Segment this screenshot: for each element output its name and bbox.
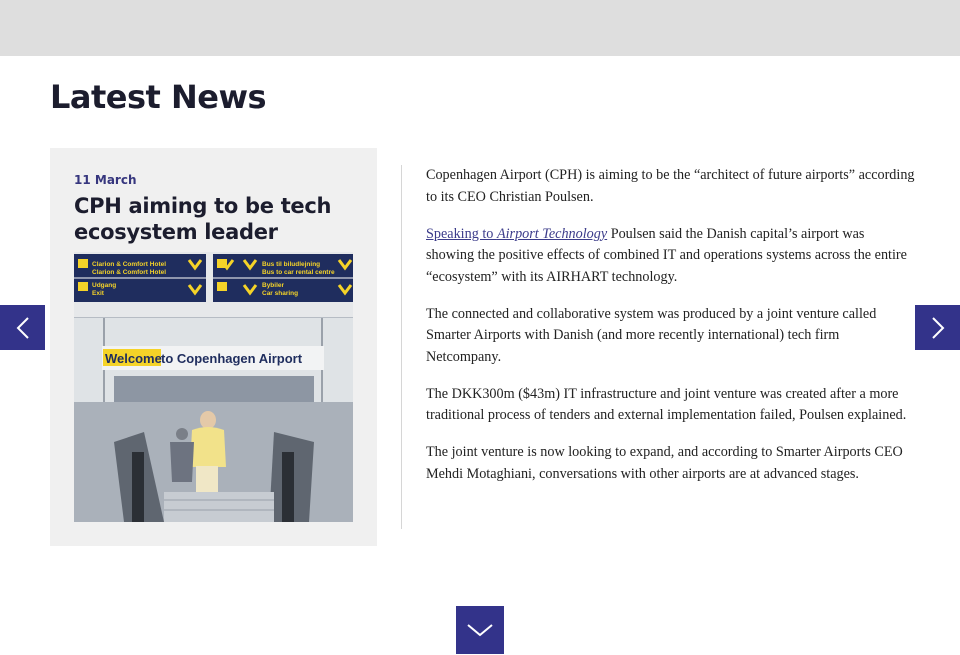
scroll-down-button[interactable] [456,606,504,654]
card-image[interactable]: Clarion & Comfort Hotel Clarion & Comfor… [74,252,353,522]
previous-slide-button[interactable] [0,305,45,350]
link-prefix: Speaking to [426,225,497,242]
sign-text-left-top2: Clarion & Comfort Hotel [92,269,166,276]
sign-text-left-bottom-2: Exit [92,290,105,297]
next-slide-button[interactable] [915,305,960,350]
banner-highlight: Welcome [105,351,162,366]
chevron-left-icon [16,316,29,339]
banner-rest: to Copenhagen Airport [161,351,303,366]
sign-text-left-top: Clarion & Comfort Hotel [92,261,166,268]
sign-text-right-top-2: Bus to car rental centre [262,269,335,276]
chevron-right-icon [931,316,944,339]
card-title[interactable]: CPH aiming to be tech ecosystem leader [74,193,359,245]
card-date: 11 March [74,173,137,187]
top-banner-bar [0,0,960,56]
sign-text-right-bottom-2: Car sharing [262,290,298,297]
sign-text-right-bottom-1: Bybiler [262,282,285,289]
article-paragraph-2: Speaking to Airport Technology Poulsen s… [426,224,916,289]
article-paragraph-1: Copenhagen Airport (CPH) is aiming to be… [426,167,915,205]
news-card[interactable]: 11 March CPH aiming to be tech ecosystem… [50,148,377,546]
airport-technology-link[interactable]: Speaking to Airport Technology [426,226,607,242]
chevron-down-icon [467,624,493,637]
article-paragraph-4: The DKK300m ($43m) IT infrastructure and… [426,385,907,424]
article-paragraph-3: The connected and collaborative system w… [426,305,877,365]
content-divider [401,165,402,529]
article-paragraph-5: The joint venture is now looking to expa… [426,444,903,482]
sign-text-left-bottom-1: Udgang [92,282,116,289]
article-body: Copenhagen Airport (CPH) is aiming to be… [426,165,916,501]
sign-text-right-top-1: Bus til biludlejning [262,261,320,268]
section-heading: Latest News [50,78,267,116]
link-publication: Airport Technology [496,225,608,242]
